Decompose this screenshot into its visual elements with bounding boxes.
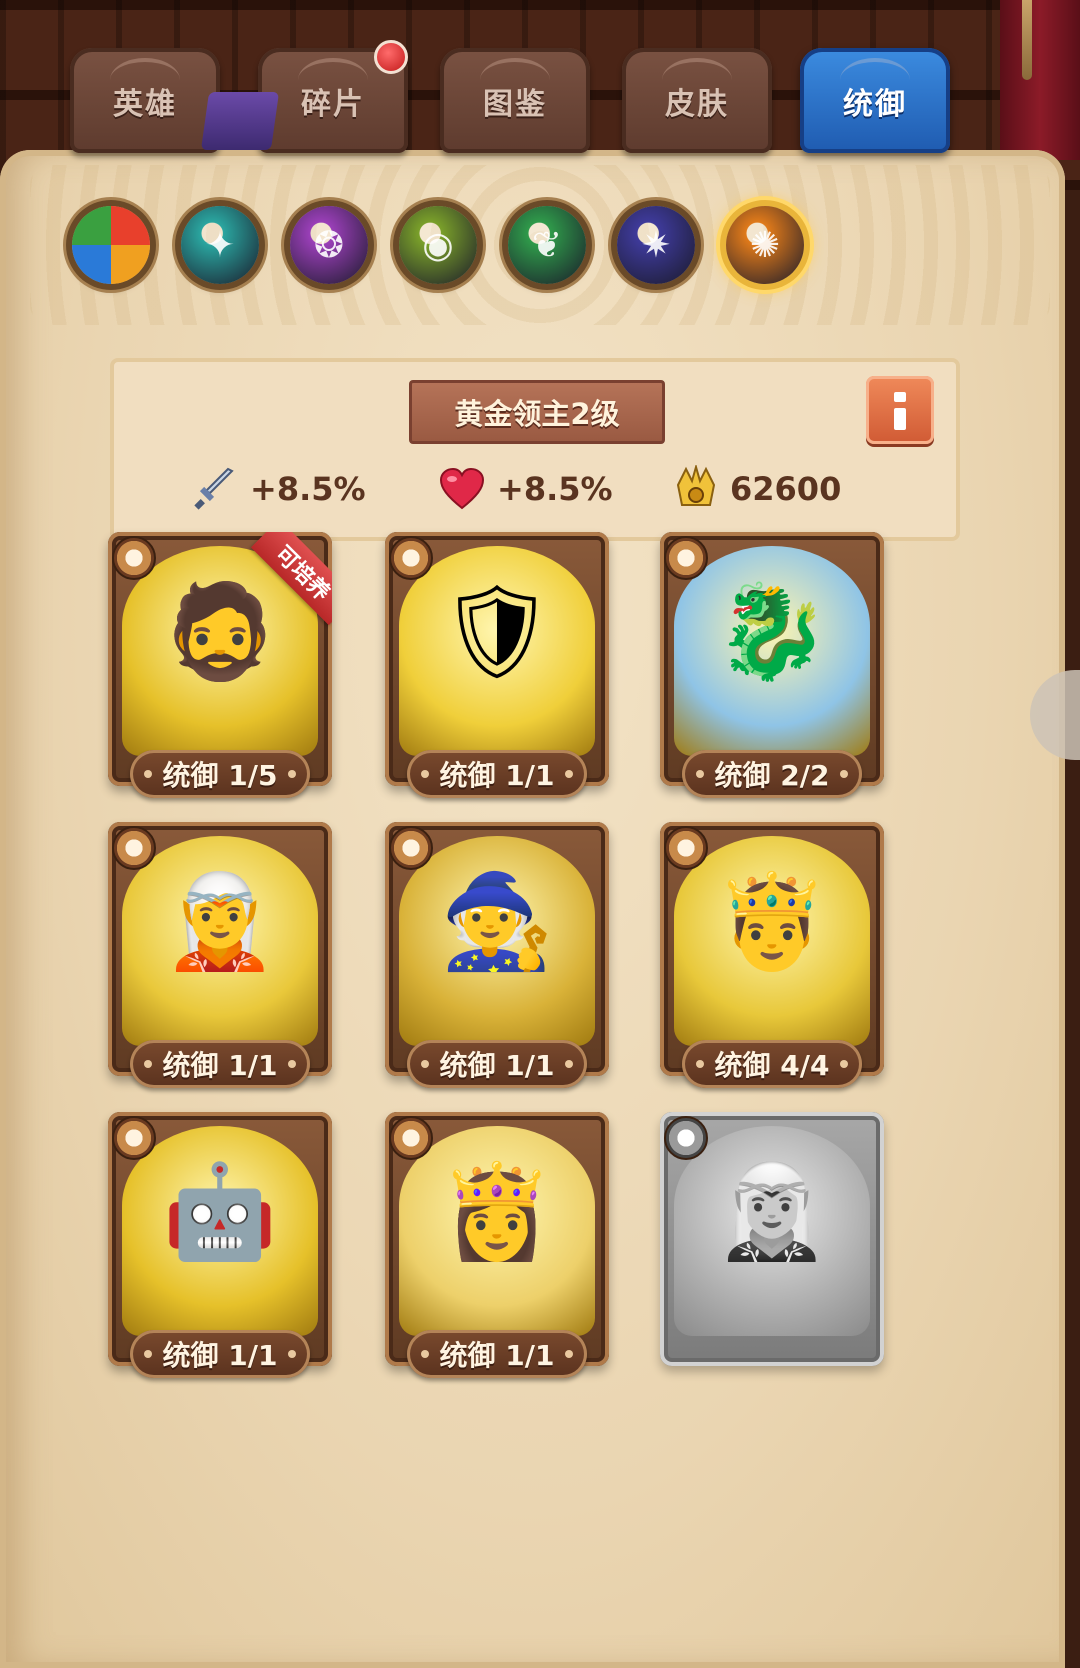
tab-label: 图鉴 bbox=[483, 86, 547, 122]
light-faction-emblem-icon bbox=[389, 536, 433, 580]
hero-portrait-icon: 🧙 bbox=[439, 868, 555, 975]
power-value: 62600 bbox=[730, 470, 842, 508]
hero-portrait-icon: 👸 bbox=[439, 1158, 555, 1265]
info-button[interactable] bbox=[866, 376, 934, 444]
hp-bonus: +8.5% bbox=[497, 470, 613, 508]
power-stat: 62600 bbox=[674, 464, 841, 514]
fortress-faction-icon[interactable]: ◉ bbox=[399, 206, 477, 284]
light-faction-icon[interactable]: ✺ bbox=[726, 206, 804, 284]
lord-title: 黄金领主2级 bbox=[409, 380, 665, 444]
tab-1[interactable]: 英雄 bbox=[70, 48, 220, 153]
heart-icon bbox=[439, 468, 485, 510]
notification-dot bbox=[374, 40, 408, 74]
sword-icon bbox=[194, 467, 234, 510]
tab-4[interactable]: 皮肤 bbox=[622, 48, 772, 153]
attack-stat: +8.5% bbox=[194, 464, 366, 514]
hero-card[interactable]: 🐉 统御 2/2 bbox=[660, 532, 884, 798]
command-level-label: 统御 4/4 bbox=[682, 1040, 862, 1088]
hero-card[interactable]: 🧙 统御 1/1 bbox=[385, 822, 609, 1088]
hero-portrait-icon: 🤖 bbox=[162, 1158, 278, 1265]
hero-portrait-icon: 🤴 bbox=[714, 868, 830, 975]
hero-portrait: 🛡 bbox=[399, 546, 595, 756]
command-level-label: 统御 2/2 bbox=[682, 750, 862, 798]
tassel-decoration bbox=[1022, 0, 1032, 80]
hero-portrait: 🧙 bbox=[399, 836, 595, 1046]
light-faction-emblem-icon bbox=[389, 1116, 433, 1160]
tab-3[interactable]: 图鉴 bbox=[440, 48, 590, 153]
command-level-label: 统御 1/1 bbox=[407, 1330, 587, 1378]
hero-portrait: 🧝‍♀️ bbox=[674, 1126, 870, 1336]
all-factions-icon[interactable] bbox=[72, 206, 150, 284]
hero-portrait-icon: 🛡 bbox=[438, 578, 556, 685]
hero-card[interactable]: 🧝‍♀️ bbox=[660, 1112, 884, 1366]
hero-card[interactable]: 🤖 统御 1/1 bbox=[108, 1112, 332, 1378]
hero-portrait-icon: 🧝 bbox=[162, 868, 278, 975]
light-faction-emblem-icon bbox=[664, 536, 708, 580]
tab-label: 统御 bbox=[843, 86, 907, 122]
tab-5[interactable]: 统御 bbox=[800, 48, 950, 153]
hero-portrait: 🤴 bbox=[674, 836, 870, 1046]
tab-label: 皮肤 bbox=[665, 86, 729, 122]
ribbon-label: 可培养 bbox=[250, 532, 332, 626]
light-faction-emblem-icon bbox=[112, 1116, 156, 1160]
attack-bonus: +8.5% bbox=[250, 470, 366, 508]
command-level-label: 统御 1/1 bbox=[130, 1040, 310, 1088]
abyss-faction-icon[interactable]: ❦ bbox=[508, 206, 586, 284]
hero-portrait-icon: 🧝‍♀️ bbox=[714, 1158, 830, 1265]
command-level-label: 统御 1/1 bbox=[130, 1330, 310, 1378]
curtain-decoration bbox=[1000, 0, 1080, 160]
dark-faction-icon[interactable]: ✷ bbox=[617, 206, 695, 284]
hero-card[interactable]: 🤴 统御 4/4 bbox=[660, 822, 884, 1088]
shadow-faction-icon[interactable]: ❂ bbox=[290, 206, 368, 284]
command-level-label: 统御 1/1 bbox=[407, 750, 587, 798]
command-level-label: 统御 1/5 bbox=[130, 750, 310, 798]
forest-faction-icon[interactable]: ✦ bbox=[181, 206, 259, 284]
upgradable-ribbon: 可培养 bbox=[222, 532, 332, 642]
power-crown-icon bbox=[676, 465, 716, 506]
tab-label: 碎片 bbox=[301, 86, 365, 122]
light-faction-emblem-icon bbox=[112, 826, 156, 870]
light-faction-emblem-icon bbox=[389, 826, 433, 870]
light-faction-emblem-icon bbox=[112, 536, 156, 580]
hero-portrait-icon: 🐉 bbox=[714, 578, 830, 685]
lord-info-panel: 黄金领主2级 +8.5% +8.5% 62600 bbox=[110, 358, 960, 541]
light-faction-emblem-icon bbox=[664, 1116, 708, 1160]
command-level-label: 统御 1/1 bbox=[407, 1040, 587, 1088]
hero-card[interactable]: 👸 统御 1/1 bbox=[385, 1112, 609, 1378]
hero-portrait: 🧝 bbox=[122, 836, 318, 1046]
hero-portrait: 🤖 bbox=[122, 1126, 318, 1336]
hero-card[interactable]: 🧝 统御 1/1 bbox=[108, 822, 332, 1088]
hero-portrait: 👸 bbox=[399, 1126, 595, 1336]
hero-card[interactable]: 🛡 统御 1/1 bbox=[385, 532, 609, 798]
hp-stat: +8.5% bbox=[439, 464, 613, 514]
tab-label: 英雄 bbox=[113, 86, 177, 122]
tab-2[interactable]: 碎片 bbox=[258, 40, 408, 153]
book-decoration bbox=[200, 92, 280, 150]
light-faction-emblem-icon bbox=[664, 826, 708, 870]
hero-card[interactable]: 🧔 可培养 统御 1/5 bbox=[108, 532, 332, 798]
hero-portrait: 🐉 bbox=[674, 546, 870, 756]
